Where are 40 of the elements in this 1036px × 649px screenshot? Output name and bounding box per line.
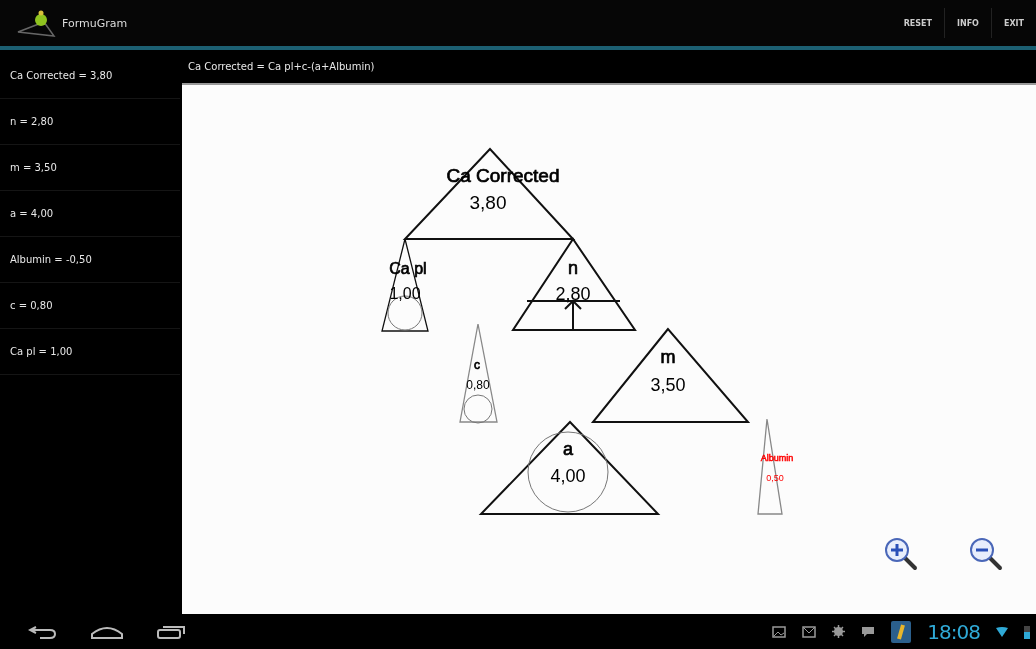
node-value: 0,80 [466,378,490,392]
mail-icon [802,625,817,638]
node-value: 3,50 [650,375,686,395]
formula-text: Ca Corrected = Ca pl+c-(a+Albumin) [187,60,376,74]
wifi-icon [996,626,1008,637]
triangle-drawing[interactable] [478,420,661,515]
variable-item[interactable]: n = 2,80 [0,99,180,145]
node-value: 0,50 [766,473,784,483]
node-label: a [563,439,573,459]
node-label: m [660,347,676,367]
narrow-triangle-drawing[interactable] [381,238,429,332]
zoom-out-icon[interactable] [967,535,1005,573]
action-button[interactable]: EXIT [990,8,1036,38]
recent-apps-icon[interactable] [156,623,186,640]
variable-item[interactable]: m = 3,50 [0,145,180,191]
triangle-drawing[interactable] [402,147,576,240]
variable-item[interactable]: Ca pl = 1,00 [0,329,180,375]
gear-icon [832,625,846,638]
variable-item[interactable]: Albumin = -0,50 [0,237,180,283]
triangle-drawing[interactable] [511,237,637,331]
variable-item[interactable]: a = 4,00 [0,191,180,237]
node-label: n [568,258,578,278]
node-label: c [474,358,480,372]
node-value: 3,80 [469,192,507,213]
action-button[interactable]: RESET [891,8,944,38]
back-icon[interactable] [28,623,58,640]
clock-time: 18:08 [927,619,980,644]
zoom-in-icon[interactable] [882,535,920,573]
image-icon [772,625,787,638]
node-value: 4,00 [550,466,586,486]
triangle-drawing[interactable] [590,327,751,423]
node-label: Albumin [760,453,794,463]
app-icon [891,620,912,643]
variable-item[interactable]: c = 0,80 [0,283,180,329]
chat-icon [861,625,876,638]
variable-item[interactable]: Ca Corrected = 3,80 [0,53,180,99]
action-button[interactable]: INFO [944,8,991,38]
app-title: FormuGram [62,16,129,30]
node-value: 2,80 [555,284,591,304]
battery-icon [1024,624,1030,639]
